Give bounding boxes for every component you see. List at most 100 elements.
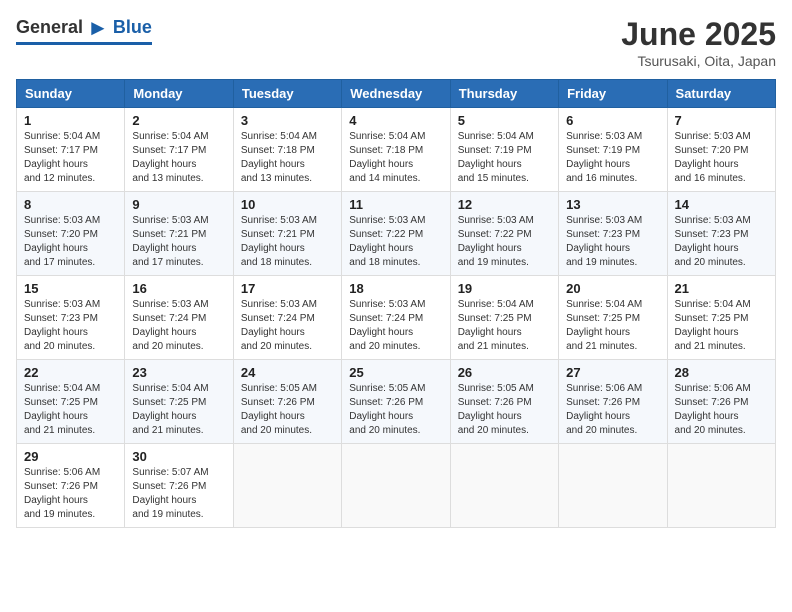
cell-info: Sunrise: 5:03 AM Sunset: 7:24 PM Dayligh… — [349, 298, 442, 354]
column-header-thursday: Thursday — [450, 80, 558, 108]
cell-info: Sunrise: 5:04 AM Sunset: 7:25 PM Dayligh… — [24, 382, 117, 438]
cell-info: Sunrise: 5:03 AM Sunset: 7:20 PM Dayligh… — [675, 130, 768, 186]
calendar-cell: 30 Sunrise: 5:07 AM Sunset: 7:26 PM Dayl… — [125, 444, 233, 528]
calendar-cell: 22 Sunrise: 5:04 AM Sunset: 7:25 PM Dayl… — [17, 360, 125, 444]
column-header-wednesday: Wednesday — [342, 80, 450, 108]
day-number: 8 — [24, 197, 117, 212]
calendar-week-1: 1 Sunrise: 5:04 AM Sunset: 7:17 PM Dayli… — [17, 108, 776, 192]
title-block: June 2025 Tsurusaki, Oita, Japan — [621, 16, 776, 69]
day-number: 6 — [566, 113, 659, 128]
calendar-cell: 29 Sunrise: 5:06 AM Sunset: 7:26 PM Dayl… — [17, 444, 125, 528]
calendar-week-3: 15 Sunrise: 5:03 AM Sunset: 7:23 PM Dayl… — [17, 276, 776, 360]
cell-info: Sunrise: 5:03 AM Sunset: 7:21 PM Dayligh… — [132, 214, 225, 270]
day-number: 16 — [132, 281, 225, 296]
location-title: Tsurusaki, Oita, Japan — [621, 53, 776, 69]
cell-info: Sunrise: 5:05 AM Sunset: 7:26 PM Dayligh… — [241, 382, 334, 438]
calendar-cell: 18 Sunrise: 5:03 AM Sunset: 7:24 PM Dayl… — [342, 276, 450, 360]
day-number: 12 — [458, 197, 551, 212]
calendar-cell: 25 Sunrise: 5:05 AM Sunset: 7:26 PM Dayl… — [342, 360, 450, 444]
day-number: 5 — [458, 113, 551, 128]
cell-info: Sunrise: 5:05 AM Sunset: 7:26 PM Dayligh… — [349, 382, 442, 438]
cell-info: Sunrise: 5:03 AM Sunset: 7:23 PM Dayligh… — [24, 298, 117, 354]
calendar-cell: 21 Sunrise: 5:04 AM Sunset: 7:25 PM Dayl… — [667, 276, 775, 360]
calendar-header-row: SundayMondayTuesdayWednesdayThursdayFrid… — [17, 80, 776, 108]
calendar-cell: 6 Sunrise: 5:03 AM Sunset: 7:19 PM Dayli… — [559, 108, 667, 192]
calendar-cell: 3 Sunrise: 5:04 AM Sunset: 7:18 PM Dayli… — [233, 108, 341, 192]
calendar-cell: 17 Sunrise: 5:03 AM Sunset: 7:24 PM Dayl… — [233, 276, 341, 360]
cell-info: Sunrise: 5:04 AM Sunset: 7:25 PM Dayligh… — [132, 382, 225, 438]
cell-info: Sunrise: 5:04 AM Sunset: 7:25 PM Dayligh… — [675, 298, 768, 354]
calendar-cell: 14 Sunrise: 5:03 AM Sunset: 7:23 PM Dayl… — [667, 192, 775, 276]
calendar-cell — [233, 444, 341, 528]
calendar-cell: 11 Sunrise: 5:03 AM Sunset: 7:22 PM Dayl… — [342, 192, 450, 276]
cell-info: Sunrise: 5:03 AM Sunset: 7:21 PM Dayligh… — [241, 214, 334, 270]
calendar-cell: 7 Sunrise: 5:03 AM Sunset: 7:20 PM Dayli… — [667, 108, 775, 192]
calendar-cell: 10 Sunrise: 5:03 AM Sunset: 7:21 PM Dayl… — [233, 192, 341, 276]
cell-info: Sunrise: 5:04 AM Sunset: 7:25 PM Dayligh… — [458, 298, 551, 354]
logo: General ► Blue — [16, 16, 152, 45]
day-number: 3 — [241, 113, 334, 128]
cell-info: Sunrise: 5:03 AM Sunset: 7:20 PM Dayligh… — [24, 214, 117, 270]
column-header-friday: Friday — [559, 80, 667, 108]
day-number: 30 — [132, 449, 225, 464]
calendar-cell: 12 Sunrise: 5:03 AM Sunset: 7:22 PM Dayl… — [450, 192, 558, 276]
cell-info: Sunrise: 5:03 AM Sunset: 7:22 PM Dayligh… — [458, 214, 551, 270]
day-number: 10 — [241, 197, 334, 212]
calendar-cell: 9 Sunrise: 5:03 AM Sunset: 7:21 PM Dayli… — [125, 192, 233, 276]
calendar-cell: 1 Sunrise: 5:04 AM Sunset: 7:17 PM Dayli… — [17, 108, 125, 192]
calendar-table: SundayMondayTuesdayWednesdayThursdayFrid… — [16, 79, 776, 528]
day-number: 11 — [349, 197, 442, 212]
column-header-monday: Monday — [125, 80, 233, 108]
logo-underline — [16, 42, 152, 45]
cell-info: Sunrise: 5:04 AM Sunset: 7:17 PM Dayligh… — [24, 130, 117, 186]
calendar-cell — [667, 444, 775, 528]
cell-info: Sunrise: 5:03 AM Sunset: 7:24 PM Dayligh… — [241, 298, 334, 354]
cell-info: Sunrise: 5:04 AM Sunset: 7:19 PM Dayligh… — [458, 130, 551, 186]
calendar-cell: 24 Sunrise: 5:05 AM Sunset: 7:26 PM Dayl… — [233, 360, 341, 444]
day-number: 15 — [24, 281, 117, 296]
calendar-cell: 23 Sunrise: 5:04 AM Sunset: 7:25 PM Dayl… — [125, 360, 233, 444]
day-number: 20 — [566, 281, 659, 296]
cell-info: Sunrise: 5:06 AM Sunset: 7:26 PM Dayligh… — [566, 382, 659, 438]
calendar-week-2: 8 Sunrise: 5:03 AM Sunset: 7:20 PM Dayli… — [17, 192, 776, 276]
day-number: 24 — [241, 365, 334, 380]
calendar-cell: 20 Sunrise: 5:04 AM Sunset: 7:25 PM Dayl… — [559, 276, 667, 360]
cell-info: Sunrise: 5:03 AM Sunset: 7:22 PM Dayligh… — [349, 214, 442, 270]
calendar-cell: 19 Sunrise: 5:04 AM Sunset: 7:25 PM Dayl… — [450, 276, 558, 360]
day-number: 2 — [132, 113, 225, 128]
cell-info: Sunrise: 5:03 AM Sunset: 7:23 PM Dayligh… — [675, 214, 768, 270]
calendar-week-4: 22 Sunrise: 5:04 AM Sunset: 7:25 PM Dayl… — [17, 360, 776, 444]
day-number: 13 — [566, 197, 659, 212]
cell-info: Sunrise: 5:06 AM Sunset: 7:26 PM Dayligh… — [24, 466, 117, 522]
logo-blue-text: Blue — [113, 18, 152, 38]
cell-info: Sunrise: 5:03 AM Sunset: 7:23 PM Dayligh… — [566, 214, 659, 270]
cell-info: Sunrise: 5:04 AM Sunset: 7:18 PM Dayligh… — [241, 130, 334, 186]
day-number: 4 — [349, 113, 442, 128]
column-header-tuesday: Tuesday — [233, 80, 341, 108]
day-number: 1 — [24, 113, 117, 128]
cell-info: Sunrise: 5:07 AM Sunset: 7:26 PM Dayligh… — [132, 466, 225, 522]
calendar-cell: 16 Sunrise: 5:03 AM Sunset: 7:24 PM Dayl… — [125, 276, 233, 360]
day-number: 7 — [675, 113, 768, 128]
column-header-saturday: Saturday — [667, 80, 775, 108]
calendar-cell: 27 Sunrise: 5:06 AM Sunset: 7:26 PM Dayl… — [559, 360, 667, 444]
calendar-cell: 13 Sunrise: 5:03 AM Sunset: 7:23 PM Dayl… — [559, 192, 667, 276]
logo-arrow-icon: ► — [87, 16, 109, 40]
cell-info: Sunrise: 5:03 AM Sunset: 7:19 PM Dayligh… — [566, 130, 659, 186]
calendar-cell: 26 Sunrise: 5:05 AM Sunset: 7:26 PM Dayl… — [450, 360, 558, 444]
day-number: 26 — [458, 365, 551, 380]
day-number: 25 — [349, 365, 442, 380]
day-number: 29 — [24, 449, 117, 464]
day-number: 19 — [458, 281, 551, 296]
calendar-cell: 2 Sunrise: 5:04 AM Sunset: 7:17 PM Dayli… — [125, 108, 233, 192]
cell-info: Sunrise: 5:06 AM Sunset: 7:26 PM Dayligh… — [675, 382, 768, 438]
cell-info: Sunrise: 5:04 AM Sunset: 7:17 PM Dayligh… — [132, 130, 225, 186]
day-number: 27 — [566, 365, 659, 380]
day-number: 14 — [675, 197, 768, 212]
column-header-sunday: Sunday — [17, 80, 125, 108]
calendar-week-5: 29 Sunrise: 5:06 AM Sunset: 7:26 PM Dayl… — [17, 444, 776, 528]
cell-info: Sunrise: 5:04 AM Sunset: 7:25 PM Dayligh… — [566, 298, 659, 354]
calendar-cell: 15 Sunrise: 5:03 AM Sunset: 7:23 PM Dayl… — [17, 276, 125, 360]
month-title: June 2025 — [621, 16, 776, 53]
day-number: 21 — [675, 281, 768, 296]
